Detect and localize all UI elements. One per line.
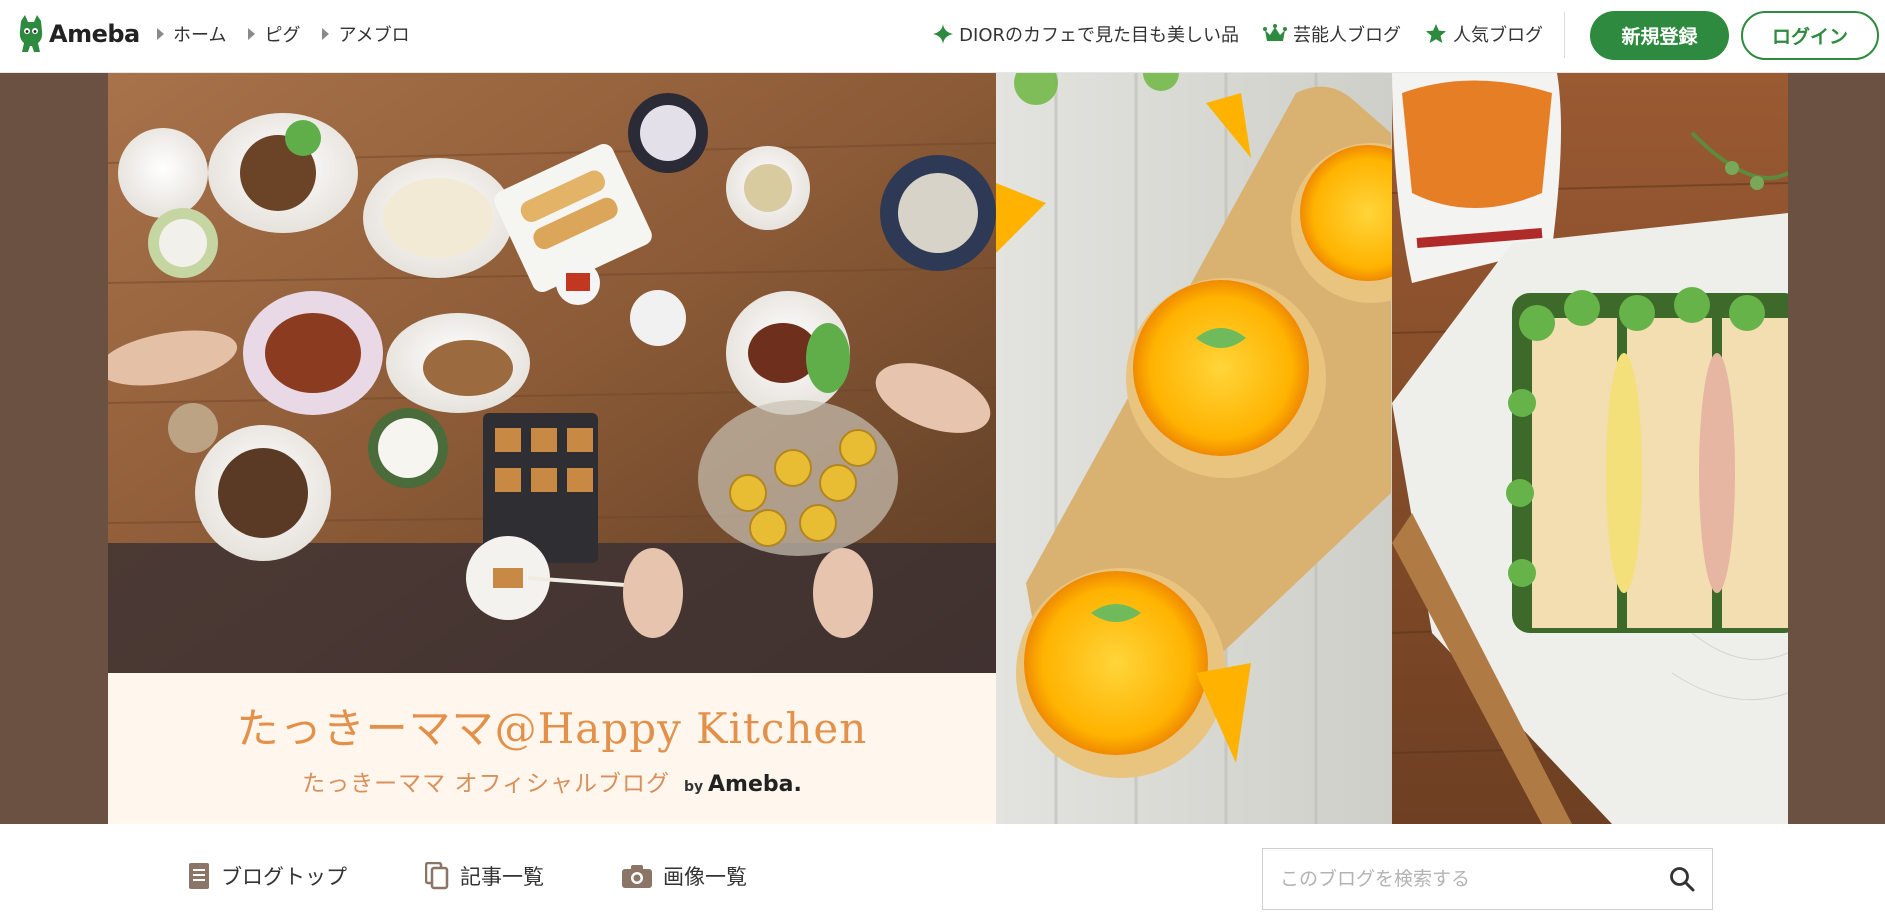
promo-link-label: 芸能人ブログ (1293, 25, 1401, 46)
nav-item-pigg[interactable]: ピグ (248, 21, 300, 47)
blog-title: たっきーママ@Happy Kitchen (236, 704, 868, 753)
caret-right-icon (157, 28, 164, 40)
blog-search-box (1262, 848, 1713, 910)
crown-icon (1263, 24, 1287, 41)
global-nav: ホーム ピグ アメブロ (157, 21, 410, 47)
sparkle-icon (933, 24, 954, 44)
blog-subtitle: たっきーママ オフィシャルブログ (302, 771, 670, 797)
promo-link-dior[interactable]: DIORのカフェで見た目も美しい品 (933, 21, 1239, 47)
global-header: Ameba ホーム ピグ アメブロ DIORのカフェで見た目も美しい品 芸能人ブ… (0, 0, 1885, 73)
register-button[interactable]: 新規登録 (1590, 11, 1729, 60)
blog-search-input[interactable] (1263, 849, 1652, 909)
promo-link-popular-blog[interactable]: 人気ブログ (1425, 21, 1543, 47)
caret-right-icon (322, 28, 330, 40)
promo-link-label: 人気ブログ (1453, 25, 1543, 46)
banner-panel-orange-pancakes (996, 73, 1392, 824)
blog-subtitle-row: たっきーママ オフィシャルブログ by Ameba. (108, 764, 996, 798)
by-ameba-label: by Ameba. (684, 772, 802, 797)
blog-nav-top[interactable]: ブログトップ (188, 861, 347, 891)
nav-item-label: アメブロ (338, 25, 410, 46)
star-icon (1426, 24, 1446, 43)
copy-icon (425, 862, 449, 890)
blog-nav-label: ブログトップ (221, 865, 347, 889)
nav-item-home[interactable]: ホーム (157, 21, 226, 47)
header-divider (1564, 12, 1565, 58)
logo-text: Ameba (49, 20, 140, 48)
blog-header-banner: たっきーママ@Happy Kitchen たっきーママ オフィシャルブログ by… (0, 73, 1885, 824)
nav-item-label: ホーム (173, 25, 227, 46)
blog-nav-label: 画像一覧 (663, 865, 747, 889)
sandwiches-photo (1392, 73, 1788, 824)
nav-item-label: ピグ (264, 25, 301, 46)
ameba-mascot-icon (19, 15, 43, 52)
orange-pancakes-photo (996, 73, 1392, 824)
blog-navigation: ブログトップ 記事一覧 画像一覧 (0, 824, 1885, 912)
blog-nav-items: ブログトップ 記事一覧 画像一覧 (188, 861, 825, 891)
login-button[interactable]: ログイン (1741, 11, 1879, 60)
blog-nav-entry-list[interactable]: 記事一覧 (425, 861, 544, 891)
search-button[interactable] (1652, 849, 1712, 909)
dinner-table-photo (108, 73, 996, 673)
blog-title-area: たっきーママ@Happy Kitchen たっきーママ オフィシャルブログ by… (108, 673, 996, 824)
promo-link-celebrity-blog[interactable]: 芸能人ブログ (1263, 21, 1401, 47)
camera-icon (622, 865, 652, 888)
nav-item-ameblo[interactable]: アメブロ (322, 21, 410, 47)
blog-nav-label: 記事一覧 (460, 865, 544, 889)
promo-link-label: DIORのカフェで見た目も美しい品 (959, 25, 1239, 46)
banner-panel-dinner-table: たっきーママ@Happy Kitchen たっきーママ オフィシャルブログ by… (108, 73, 996, 824)
caret-right-icon (248, 28, 256, 40)
banner-panel-sandwiches (1392, 73, 1788, 824)
header-promo-links: DIORのカフェで見た目も美しい品 芸能人ブログ 人気ブログ (933, 21, 1543, 47)
by-label: by (684, 779, 704, 795)
search-icon (1670, 867, 1695, 892)
blog-nav-image-list[interactable]: 画像一覧 (622, 861, 747, 891)
ameba-wordmark: Ameba. (708, 772, 802, 797)
banner-image[interactable]: たっきーママ@Happy Kitchen たっきーママ オフィシャルブログ by… (108, 73, 1788, 824)
document-icon (189, 863, 209, 889)
ameba-logo[interactable]: Ameba (16, 15, 140, 53)
